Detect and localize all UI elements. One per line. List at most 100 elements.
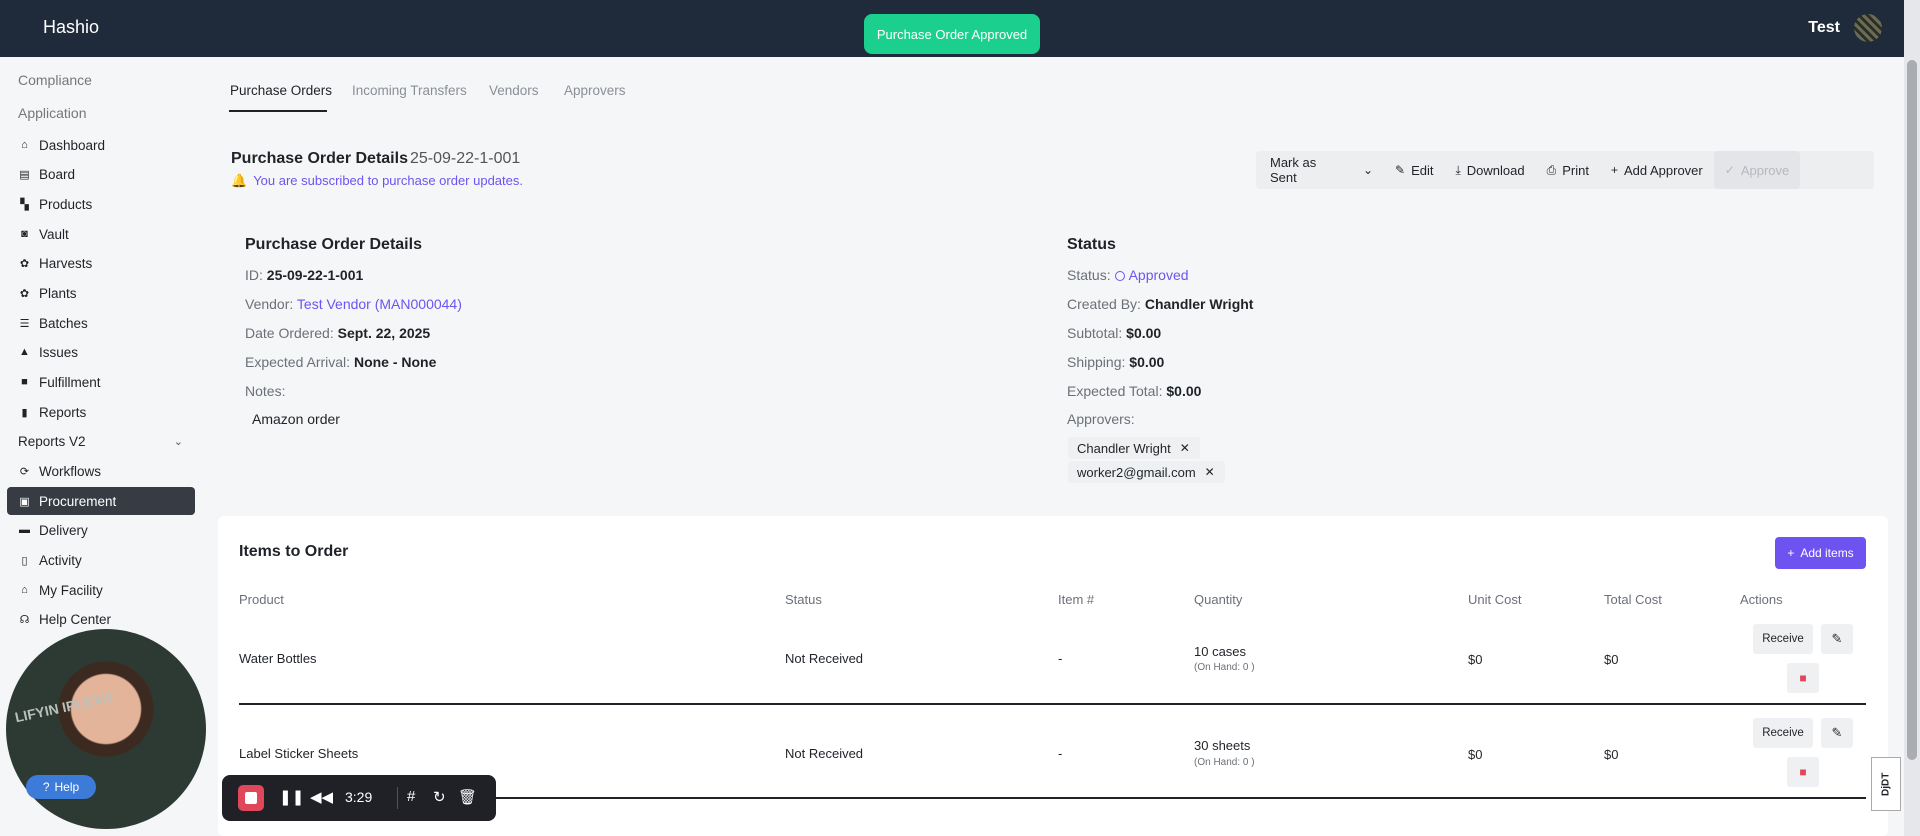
sidebar-item-label: Delivery xyxy=(39,522,88,538)
sidebar-item-label: Activity xyxy=(39,552,82,568)
sidebar-section-application[interactable]: Application xyxy=(18,105,87,121)
cell-unit-cost: $0 xyxy=(1468,652,1483,667)
add-approver-button[interactable]: + Add Approver xyxy=(1600,151,1714,189)
products-icon: ▚ xyxy=(20,198,29,211)
sidebar-item-my-facility[interactable]: ⌂ My Facility xyxy=(7,576,195,604)
approver-name: worker2@gmail.com xyxy=(1077,464,1196,480)
sidebar-item-label: Dashboard xyxy=(39,137,106,153)
items-title: Items to Order xyxy=(239,543,349,560)
detail-notes-label: Notes: xyxy=(245,383,286,399)
edit-button[interactable]: ✎ Edit xyxy=(1384,151,1444,189)
debug-toolbar-badge[interactable]: DjDT xyxy=(1871,757,1901,811)
cell-product: Label Sticker Sheets xyxy=(239,746,359,761)
tab-approvers[interactable]: Approvers xyxy=(564,83,626,98)
sidebar-item-label: Help Center xyxy=(39,611,112,627)
receive-button[interactable]: Receive xyxy=(1753,718,1813,748)
sidebar-item-products[interactable]: ▚ Products xyxy=(7,190,195,218)
expected-total-row: Expected Total: $0.00 xyxy=(1067,383,1201,399)
tab-incoming-transfers[interactable]: Incoming Transfers xyxy=(352,83,467,98)
details-section-title: Purchase Order Details xyxy=(245,236,422,253)
cell-total-cost: $0 xyxy=(1604,652,1619,667)
edit-item-button[interactable]: ✎ xyxy=(1821,624,1853,654)
download-icon: ⤓ xyxy=(1455,162,1461,177)
sidebar-item-workflows[interactable]: ⟳ Workflows xyxy=(7,457,195,485)
cell-quantity: 30 sheets xyxy=(1194,738,1251,753)
plant-icon: ✿ xyxy=(19,257,30,270)
sidebar-item-vault[interactable]: ◙ Vault xyxy=(7,220,195,248)
help-button[interactable]: ? Help xyxy=(26,775,96,799)
sidebar-item-batches[interactable]: ☰ Batches xyxy=(7,309,195,337)
sidebar-item-reports-v2[interactable]: Reports V2 ⌄ xyxy=(7,427,195,455)
page-scrollbar[interactable] xyxy=(1904,0,1920,836)
receive-button[interactable]: Receive xyxy=(1753,624,1813,654)
sidebar-item-reports[interactable]: ▮ Reports xyxy=(7,398,195,426)
sidebar-item-dashboard[interactable]: ⌂ Dashboard xyxy=(7,131,195,159)
cell-total-cost: $0 xyxy=(1604,747,1619,762)
sidebar-item-harvests[interactable]: ✿ Harvests xyxy=(7,249,195,277)
tab-purchase-orders[interactable]: Purchase Orders xyxy=(230,83,332,98)
tab-vendors[interactable]: Vendors xyxy=(489,83,539,98)
stop-recording-button[interactable] xyxy=(238,785,264,811)
trash-icon[interactable]: 🗑 xyxy=(458,788,477,806)
sidebar-item-label: Products xyxy=(39,196,93,212)
column-header-product: Product xyxy=(239,592,284,607)
edit-label: Edit xyxy=(1411,162,1434,178)
detail-label: Expected Total: xyxy=(1067,383,1163,399)
brand-logo[interactable]: Hashio xyxy=(43,17,99,38)
download-label: Download xyxy=(1466,162,1525,178)
sidebar-item-fulfillment[interactable]: ■ Fulfillment xyxy=(7,368,195,396)
detail-label: Vendor: xyxy=(245,296,294,312)
detail-label: Created By: xyxy=(1067,296,1141,312)
pause-icon[interactable]: ❚❚ xyxy=(279,788,304,806)
close-icon[interactable]: ✕ xyxy=(1180,441,1190,455)
detail-value: None - None xyxy=(353,354,437,370)
sidebar-item-delivery[interactable]: ▬ Delivery xyxy=(7,516,195,544)
approve-button[interactable]: ✓ Approve xyxy=(1713,151,1801,189)
print-icon: ⎙ xyxy=(1546,162,1557,177)
vendor-link[interactable]: Test Vendor (MAN000044) xyxy=(297,296,462,312)
sidebar-item-label: Reports xyxy=(39,404,87,420)
download-button[interactable]: ⤓ Download xyxy=(1444,151,1535,189)
workflow-icon: ⟳ xyxy=(19,465,30,478)
webcam-background-text: LIFYIN IPLEXIT xyxy=(13,688,116,726)
delete-item-button[interactable]: ■ xyxy=(1787,663,1819,693)
user-avatar[interactable] xyxy=(1854,14,1882,42)
close-icon[interactable]: ✕ xyxy=(1205,465,1215,479)
cell-on-hand: (On Hand: 0 ) xyxy=(1194,662,1255,673)
sidebar-item-label: Harvests xyxy=(39,255,93,271)
sidebar-item-activity[interactable]: ▯ Activity xyxy=(7,546,195,574)
sidebar-item-board[interactable]: ▤ Board xyxy=(7,160,195,188)
action-toolbar: Mark as Sent ⌄ ✎ Edit ⤓ Download ⎙ Print + Ad… xyxy=(1256,151,1874,189)
scrollbar-thumb[interactable] xyxy=(1907,60,1917,760)
sidebar-item-procurement[interactable]: ▣ Procurement xyxy=(7,487,195,515)
approver-chip: Chandler Wright ✕ xyxy=(1068,437,1200,459)
edit-item-button[interactable]: ✎ xyxy=(1821,718,1853,748)
detail-label: Shipping: xyxy=(1067,354,1126,370)
rewind-icon[interactable]: ◀◀ xyxy=(310,788,333,806)
mark-as-sent-button[interactable]: Mark as Sent ⌄ xyxy=(1256,151,1384,189)
user-name[interactable]: Test xyxy=(1808,19,1840,37)
restart-icon[interactable]: ↻ xyxy=(433,788,446,806)
created-by-row: Created By: Chandler Wright xyxy=(1067,296,1253,312)
box-icon: ■ xyxy=(21,376,28,388)
sidebar-item-plants[interactable]: ✿ Plants xyxy=(7,279,195,307)
detail-id: ID: 25-09-22-1-001 xyxy=(245,267,363,283)
grid-icon[interactable]: # xyxy=(407,788,415,805)
column-header-quantity: Quantity xyxy=(1194,592,1243,607)
print-button[interactable]: ⎙ Print xyxy=(1536,151,1600,189)
truck-icon: ▬ xyxy=(19,524,30,536)
chevron-down-icon: ⌄ xyxy=(173,435,183,448)
sidebar-section-compliance[interactable]: Compliance xyxy=(18,72,92,88)
status-row: Status: Approved xyxy=(1067,267,1189,283)
column-header-total-cost: Total Cost xyxy=(1604,592,1662,607)
sidebar-item-issues[interactable]: ▲ Issues xyxy=(7,338,195,366)
webcam-overlay[interactable]: LIFYIN IPLEXIT xyxy=(6,629,206,829)
shipping-row: Shipping: $0.00 xyxy=(1067,354,1164,370)
detail-label: Expected Arrival: xyxy=(245,354,351,370)
detail-vendor: Vendor: Test Vendor (MAN000044) xyxy=(245,296,462,312)
sidebar-item-label: Reports V2 xyxy=(18,433,86,449)
delete-item-button[interactable]: ■ xyxy=(1787,757,1819,787)
pencil-icon: ✎ xyxy=(1831,725,1843,740)
add-items-button[interactable]: + Add items xyxy=(1775,537,1866,569)
detail-value: 25-09-22-1-001 xyxy=(266,267,364,283)
